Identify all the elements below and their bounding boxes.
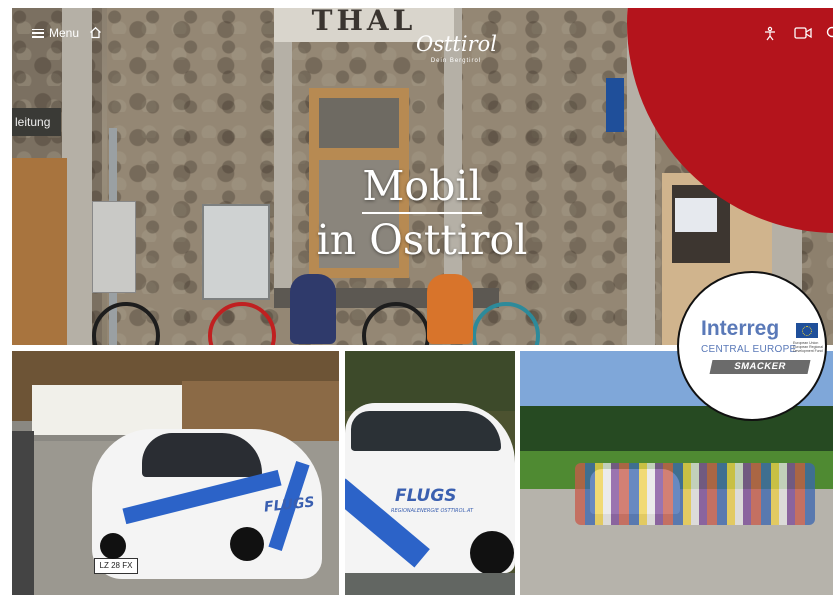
car-wheel [230,527,264,561]
wall-sign: leitung [12,108,61,136]
home-icon[interactable] [89,26,102,42]
photo-charging-car: FLUGS LZ 28 FX [12,351,339,595]
photo-car-side: FLUGS REGIONALENERGIE OSTTIROL.AT [345,351,515,595]
flugs-logo-text: FLUGS [395,486,457,506]
flugs-subtext: REGIONALENERGIE OSTTIROL.AT [391,508,474,514]
hero-title-line2: in Osttirol [316,216,528,264]
search-icon[interactable] [826,26,833,43]
hero-title-line1: Mobil [362,160,482,214]
blue-sign [606,78,624,132]
group-of-people [575,463,815,525]
logo-wordmark: Osttirol [416,32,497,56]
interreg-region: CENTRAL EUROPE [701,344,797,355]
charging-post [12,431,34,595]
menu-label: Menu [49,26,80,40]
interreg-badge[interactable]: Interreg CENTRAL EUROPE European Union E… [677,271,827,421]
cyclist [427,274,473,344]
project-name: SMACKER [709,360,811,374]
info-board [675,198,717,232]
road [345,573,515,595]
osttirol-logo[interactable]: Osttirol Dein Bergtirol [416,32,497,64]
car-wheel [100,533,126,559]
menu-button[interactable]: Menu [32,26,79,40]
post-sign [92,201,136,293]
interreg-wordmark: Interreg [701,317,780,340]
license-plate: LZ 28 FX [94,558,138,574]
accessibility-icon[interactable] [762,26,778,45]
car-wheel [470,531,514,575]
cyclist [290,274,336,344]
trees [345,351,515,411]
eu-flag-icon [796,323,818,338]
video-icon[interactable] [794,26,812,43]
car-windshield [142,433,262,477]
car-window [351,411,501,451]
house-wall [32,385,182,435]
eu-fund-text: European Union European Regional Develop… [793,341,823,353]
logo-tagline: Dein Bergtirol [430,58,482,64]
menu-icon [32,28,44,38]
page: THAL leitung Osttirol Dein Bergtirol Mob… [0,0,833,595]
hero-title: Mobil in Osttirol [192,160,652,266]
door [12,158,67,345]
